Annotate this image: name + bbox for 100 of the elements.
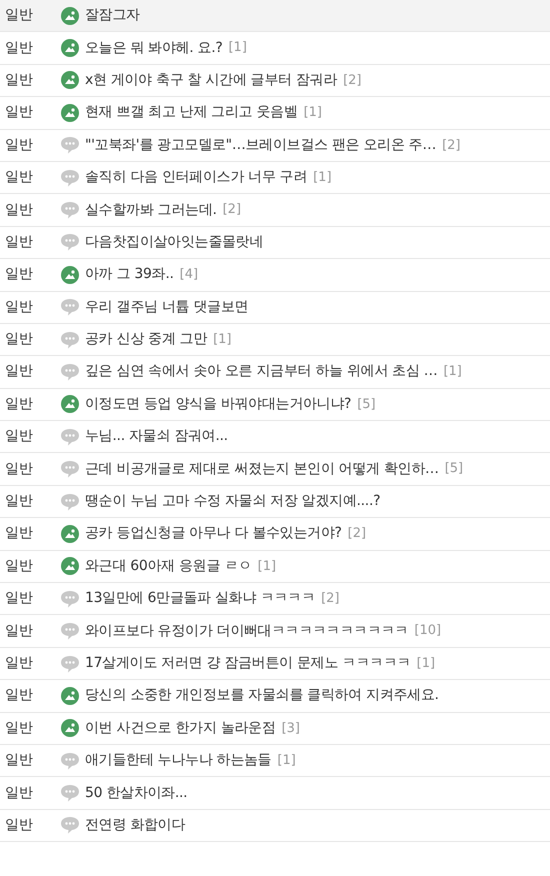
image-icon (61, 686, 79, 705)
post-title-link[interactable]: 이정도면 등업 양식을 바꿔야대는거아니냐? (85, 394, 352, 415)
post-category: 일반 (5, 622, 34, 641)
post-title-link[interactable]: 공카 등업신청글 아무나 다 볼수있는거야? (85, 523, 342, 544)
post-category: 일반 (5, 718, 34, 738)
speech-bubble-icon (61, 492, 79, 511)
comment-count: [2] (321, 590, 340, 608)
post-title-link[interactable]: 현재 쁘갤 최고 난제 그리고 웃음벨 (85, 102, 298, 124)
image-icon (61, 395, 79, 414)
post-category: 일반 (5, 784, 34, 803)
post-category: 일반 (5, 265, 34, 284)
speech-bubble-icon (61, 168, 79, 187)
post-category: 일반 (5, 524, 34, 544)
speech-bubble-icon (61, 233, 79, 252)
post-category: 일반 (5, 6, 34, 26)
speech-bubble-icon (61, 654, 79, 672)
post-row[interactable]: 일반 이정도면 등업 양식을 바꿔야대는거아니냐? [5] (0, 388, 550, 422)
comment-count: [1] (258, 558, 276, 576)
speech-bubble-icon (61, 784, 79, 802)
post-title-link[interactable]: 전연령 화합이다 (85, 814, 186, 836)
post-category: 일반 (5, 556, 34, 576)
post-title-link[interactable]: 근데 비공개글로 제대로 써졌는지 본인이 어떻게 확인하… (85, 458, 439, 480)
post-category: 일반 (5, 298, 34, 317)
post-row[interactable]: 일반 잘잠그자 (0, 0, 550, 32)
comment-count: [1] (277, 752, 296, 770)
comment-count: [2] (343, 72, 362, 90)
post-category: 일반 (5, 362, 34, 382)
post-category: 일반 (5, 427, 34, 446)
comment-count: [3] (282, 720, 300, 738)
post-category: 일반 (5, 136, 34, 155)
image-icon (61, 6, 79, 25)
post-title-link[interactable]: 13일만에 6만글돌파 실화냐 ㅋㅋㅋㅋ (85, 588, 316, 610)
speech-bubble-icon (61, 622, 79, 640)
post-category: 일반 (5, 103, 34, 122)
comment-count: [5] (357, 396, 376, 414)
post-title-link[interactable]: 아까 그 39좌.. (85, 264, 174, 286)
post-category: 일반 (5, 70, 34, 90)
image-icon (61, 104, 79, 122)
post-category: 일반 (5, 589, 34, 608)
comment-count: [2] (222, 201, 242, 220)
image-icon (61, 71, 79, 90)
post-title-link[interactable]: 땡순이 누님 고마 수정 자물쇠 저장 알겠지예....? (85, 491, 380, 512)
speech-bubble-icon (61, 752, 79, 770)
speech-bubble-icon (61, 136, 79, 154)
post-category: 일반 (5, 492, 34, 512)
post-category: 일반 (5, 816, 34, 835)
comment-count: [2] (348, 525, 366, 544)
post-category: 일반 (5, 654, 34, 673)
post-category: 일반 (5, 232, 34, 252)
post-title-link[interactable]: 와근대 60아재 응원글 ㄹㅇ (85, 556, 252, 577)
comment-count: [1] (313, 168, 332, 187)
post-title-link[interactable]: 이번 사건으로 한가지 놀라운점 (85, 718, 276, 739)
image-icon (61, 39, 79, 58)
post-category: 일반 (5, 394, 34, 414)
speech-bubble-icon (61, 298, 79, 316)
comment-count: [1] (304, 104, 322, 122)
comment-count: [1] (228, 39, 247, 58)
post-title-link[interactable]: 누님... 자물쇠 잠궈여... (85, 426, 228, 448)
comment-count: [1] (443, 363, 462, 382)
post-row[interactable]: 일반 다음찻집이살아잇는줄몰랏네 (0, 226, 550, 260)
post-title-link[interactable]: 다음찻집이살아잇는줄몰랏네 (85, 232, 264, 253)
speech-bubble-icon (61, 428, 79, 446)
comment-count: [1] (416, 654, 436, 673)
comment-count: [5] (444, 460, 464, 478)
speech-bubble-icon (61, 330, 79, 349)
post-title-link[interactable]: 50 한살차이좌... (85, 782, 188, 804)
post-title-link[interactable]: 공카 신상 중계 그만 (85, 329, 208, 350)
post-title-link[interactable]: 잘잠그자 (85, 5, 140, 26)
post-title-link[interactable]: 실수할까봐 그러는데. (85, 200, 217, 221)
post-title-link[interactable]: 솔직히 다음 인터페이스가 너무 구려 (85, 167, 308, 188)
post-title-link[interactable]: 우리 갤주님 너튭 댓글보면 (85, 296, 248, 318)
post-row[interactable]: 일반 이번 사건으로 한가지 놀라운점 [3] (0, 712, 550, 745)
post-row[interactable]: 일반 "'꼬북좌'를 광고모델로"…브레이브걸스 팬은 오리온 주… [2] (0, 130, 550, 162)
image-icon (61, 524, 79, 543)
post-title-link[interactable]: 오늘은 뭐 봐야헤. 요.? (85, 38, 222, 59)
post-category: 일반 (5, 686, 34, 706)
post-title-link[interactable]: 와이프보다 유정이가 더이뻐대ㅋㅋㅋㅋㅋㅋㅋㅋㅋㅋ (85, 620, 408, 642)
speech-bubble-icon (61, 460, 79, 478)
post-title-link[interactable]: 애기들한테 누나누나 하는놈들 (85, 750, 272, 772)
comment-count: [2] (442, 136, 460, 154)
post-title-link[interactable]: "'꼬북좌'를 광고모델로"…브레이브걸스 팬은 오리온 주… (85, 134, 436, 156)
post-category: 일반 (5, 200, 34, 220)
post-category: 일반 (5, 38, 34, 58)
post-row[interactable]: 일반 우리 갤주님 너튭 댓글보면 (0, 292, 550, 324)
comment-count: [10] (414, 622, 442, 640)
post-category: 일반 (5, 330, 34, 350)
post-row[interactable]: 일반 와근대 60아재 응원글 ㄹㅇ [1] (0, 550, 550, 584)
speech-bubble-icon (61, 816, 79, 834)
speech-bubble-icon (61, 201, 79, 220)
post-title-link[interactable]: x현 게이야 축구 찰 시간에 글부터 잠궈라 (85, 70, 338, 91)
post-category: 일반 (5, 751, 34, 770)
post-title-link[interactable]: 깊은 심연 속에서 솟아 오른 지금부터 하늘 위에서 초심 … (85, 361, 438, 382)
post-title-link[interactable]: 17살게이도 저러면 걍 잠금버튼이 문제노 ㅋㅋㅋㅋㅋ (85, 653, 411, 674)
comment-count: [4] (180, 266, 198, 284)
image-icon (61, 719, 79, 738)
post-title-link[interactable]: 당신의 소중한 개인정보를 자물쇠를 클릭하여 지켜주세요. (85, 685, 439, 706)
image-icon (61, 557, 79, 576)
post-category: 일반 (5, 460, 34, 479)
comment-count: [1] (213, 330, 232, 349)
post-category: 일반 (5, 168, 34, 188)
